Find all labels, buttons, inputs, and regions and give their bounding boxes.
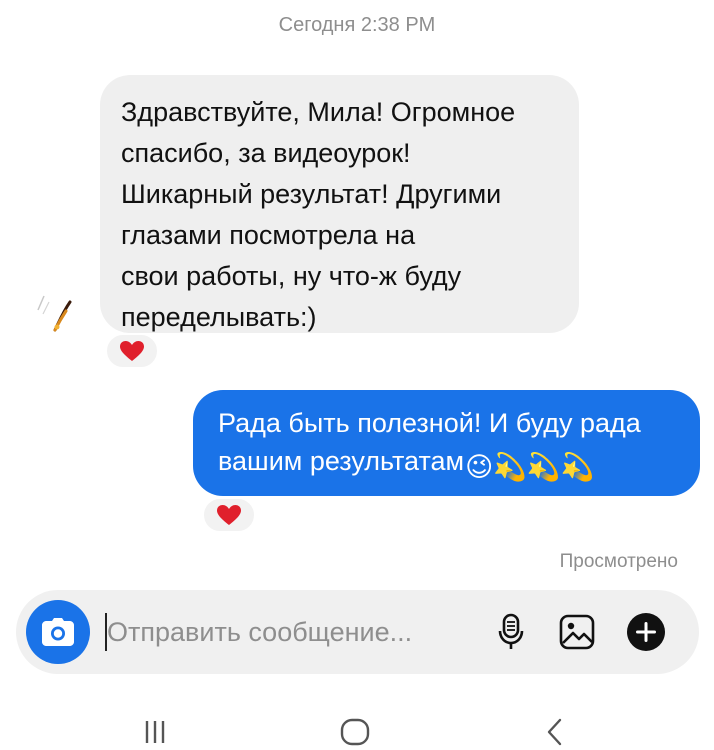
sender-avatar[interactable] bbox=[30, 284, 80, 334]
microphone-icon bbox=[498, 613, 524, 649]
more-options-button[interactable] bbox=[626, 612, 666, 652]
avatar-image bbox=[37, 295, 72, 332]
camera-button[interactable] bbox=[26, 600, 90, 664]
back-icon bbox=[547, 718, 562, 746]
recents-button[interactable] bbox=[135, 714, 175, 750]
message-composer bbox=[16, 590, 699, 674]
heart-icon bbox=[120, 341, 144, 361]
image-icon bbox=[559, 614, 595, 650]
home-icon bbox=[340, 718, 370, 746]
outgoing-message-bubble[interactable]: Рада быть полезной! И буду рада вашим ре… bbox=[193, 390, 700, 496]
chat-screen: Сегодня 2:38 PM Здравствуйте, Мила! Огро… bbox=[0, 0, 714, 750]
heart-icon bbox=[217, 505, 241, 525]
voice-message-button[interactable] bbox=[491, 612, 531, 652]
date-separator: Сегодня 2:38 PM bbox=[278, 14, 436, 36]
back-button[interactable] bbox=[535, 714, 575, 750]
recents-icon bbox=[145, 721, 165, 743]
message-emojis: 😉💫💫💫 bbox=[465, 452, 595, 482]
incoming-message-bubble[interactable]: Здравствуйте, Мила! Огромное спасибо, за… bbox=[100, 75, 579, 333]
gallery-button[interactable] bbox=[557, 612, 597, 652]
home-button[interactable] bbox=[335, 714, 375, 750]
seen-status: Просмотрено bbox=[559, 551, 678, 572]
camera-icon bbox=[42, 618, 74, 646]
system-navigation-bar bbox=[0, 700, 714, 750]
plus-circle-icon bbox=[627, 613, 665, 651]
message-reaction[interactable] bbox=[105, 333, 159, 369]
message-input[interactable] bbox=[107, 610, 457, 654]
message-reaction[interactable] bbox=[202, 497, 256, 533]
